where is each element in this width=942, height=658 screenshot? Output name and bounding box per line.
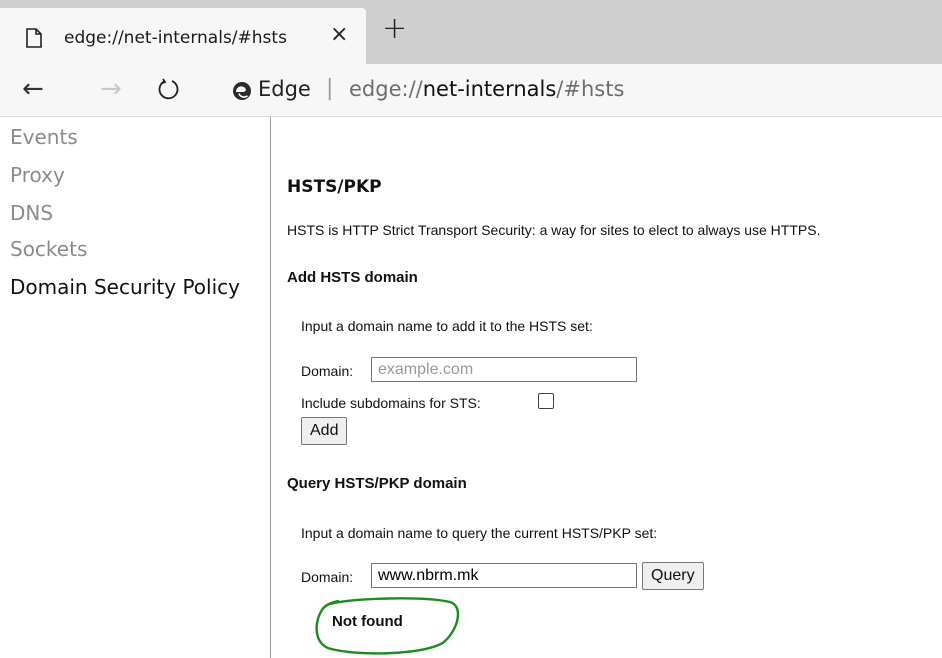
back-button[interactable]: ←	[22, 74, 44, 104]
forward-button[interactable]: →	[100, 74, 122, 104]
add-domain-label: Domain:	[301, 363, 354, 379]
refresh-icon	[158, 78, 179, 100]
refresh-button[interactable]	[158, 78, 180, 104]
query-hsts-prompt: Input a domain name to query the current…	[301, 525, 658, 541]
sidebar-item-dns[interactable]: DNS	[10, 201, 53, 225]
page-title: HSTS/PKP	[287, 177, 382, 197]
include-subdomains-label: Include subdomains for STS:	[301, 395, 481, 411]
add-domain-input[interactable]	[371, 357, 637, 382]
query-result: Not found	[332, 613, 403, 630]
sidebar-item-domain-security-policy[interactable]: Domain Security Policy	[10, 275, 240, 299]
include-subdomains-checkbox[interactable]	[538, 393, 554, 409]
add-button[interactable]: Add	[301, 417, 348, 445]
sidebar: Events Proxy DNS Sockets Domain Security…	[0, 117, 271, 658]
hsts-description: HSTS is HTTP Strict Transport Security: …	[287, 222, 821, 238]
tab-strip: edge://net-internals/#hsts × +	[0, 0, 942, 64]
query-domain-input[interactable]	[371, 563, 637, 588]
url-host: net-internals	[422, 77, 557, 101]
tab-net-internals[interactable]: edge://net-internals/#hsts ×	[0, 8, 366, 64]
query-button[interactable]: Query	[642, 562, 704, 590]
new-tab-button[interactable]: +	[382, 14, 407, 44]
page-icon	[26, 28, 42, 53]
sidebar-item-events[interactable]: Events	[10, 125, 78, 149]
sidebar-item-proxy[interactable]: Proxy	[10, 163, 65, 187]
url-path: /#hsts	[556, 77, 625, 101]
address-separator: |	[326, 76, 334, 101]
query-hsts-heading: Query HSTS/PKP domain	[287, 475, 467, 492]
url-scheme: edge://	[349, 77, 423, 101]
query-domain-label: Domain:	[301, 569, 354, 585]
close-tab-icon[interactable]: ×	[330, 22, 348, 47]
main-content: HSTS/PKP HSTS is HTTP Strict Transport S…	[287, 117, 942, 658]
address-url[interactable]: edge://net-internals/#hsts	[349, 77, 624, 101]
edge-logo-icon	[232, 81, 252, 106]
add-hsts-heading: Add HSTS domain	[287, 269, 418, 286]
toolbar: ← → Edge | edge://net-internals/#hsts	[0, 64, 942, 117]
edge-label: Edge	[258, 77, 311, 101]
add-hsts-prompt: Input a domain name to add it to the HST…	[301, 318, 593, 334]
sidebar-item-sockets[interactable]: Sockets	[10, 237, 87, 261]
tab-title: edge://net-internals/#hsts	[64, 28, 287, 48]
